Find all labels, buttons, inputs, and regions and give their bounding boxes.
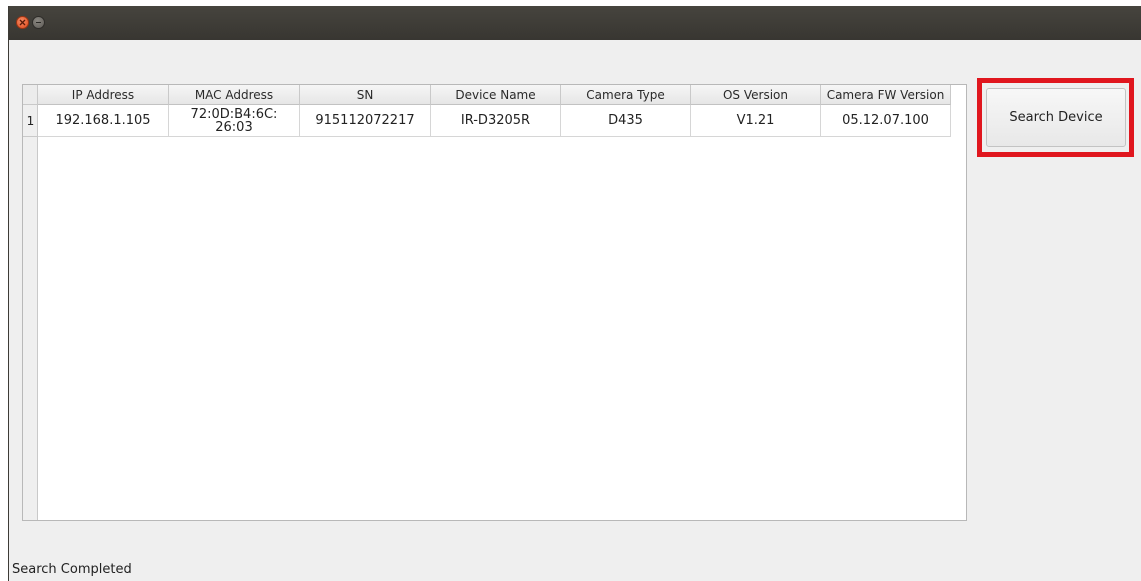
column-header-camera-type[interactable]: Camera Type [561, 85, 691, 105]
title-bar [9, 6, 1141, 40]
table-corner [23, 85, 38, 105]
minimize-window-button[interactable] [32, 16, 45, 29]
close-icon [19, 19, 26, 26]
column-header-device-name[interactable]: Device Name [431, 85, 561, 105]
cell-os-version[interactable]: V1.21 [691, 105, 821, 137]
cell-mac-address[interactable]: 72:0D:B4:6C: 26:03 [169, 105, 300, 137]
cell-sn[interactable]: 915112072217 [300, 105, 431, 137]
column-header-mac-address[interactable]: MAC Address [169, 85, 300, 105]
close-window-button[interactable] [16, 16, 29, 29]
cell-camera-type[interactable]: D435 [561, 105, 691, 137]
status-text: Search Completed [12, 562, 132, 577]
cell-device-name[interactable]: IR-D3205R [431, 105, 561, 137]
column-header-os-version[interactable]: OS Version [691, 85, 821, 105]
row-header-column [23, 105, 38, 520]
column-header-camera-fw-version[interactable]: Camera FW Version [821, 85, 951, 105]
column-header-sn[interactable]: SN [300, 85, 431, 105]
search-device-button[interactable]: Search Device [986, 88, 1126, 147]
row-number[interactable]: 1 [23, 105, 38, 137]
cell-ip-address[interactable]: 192.168.1.105 [38, 105, 169, 137]
column-header-ip-address[interactable]: IP Address [38, 85, 169, 105]
cell-camera-fw-version[interactable]: 05.12.07.100 [821, 105, 951, 137]
device-table: 1 IP Address MAC Address SN Device Name … [22, 84, 967, 521]
table-row[interactable]: 192.168.1.105 72:0D:B4:6C: 26:03 9151120… [38, 105, 951, 137]
table-header: IP Address MAC Address SN Device Name Ca… [38, 85, 951, 105]
main-window: 1 IP Address MAC Address SN Device Name … [8, 6, 1141, 581]
